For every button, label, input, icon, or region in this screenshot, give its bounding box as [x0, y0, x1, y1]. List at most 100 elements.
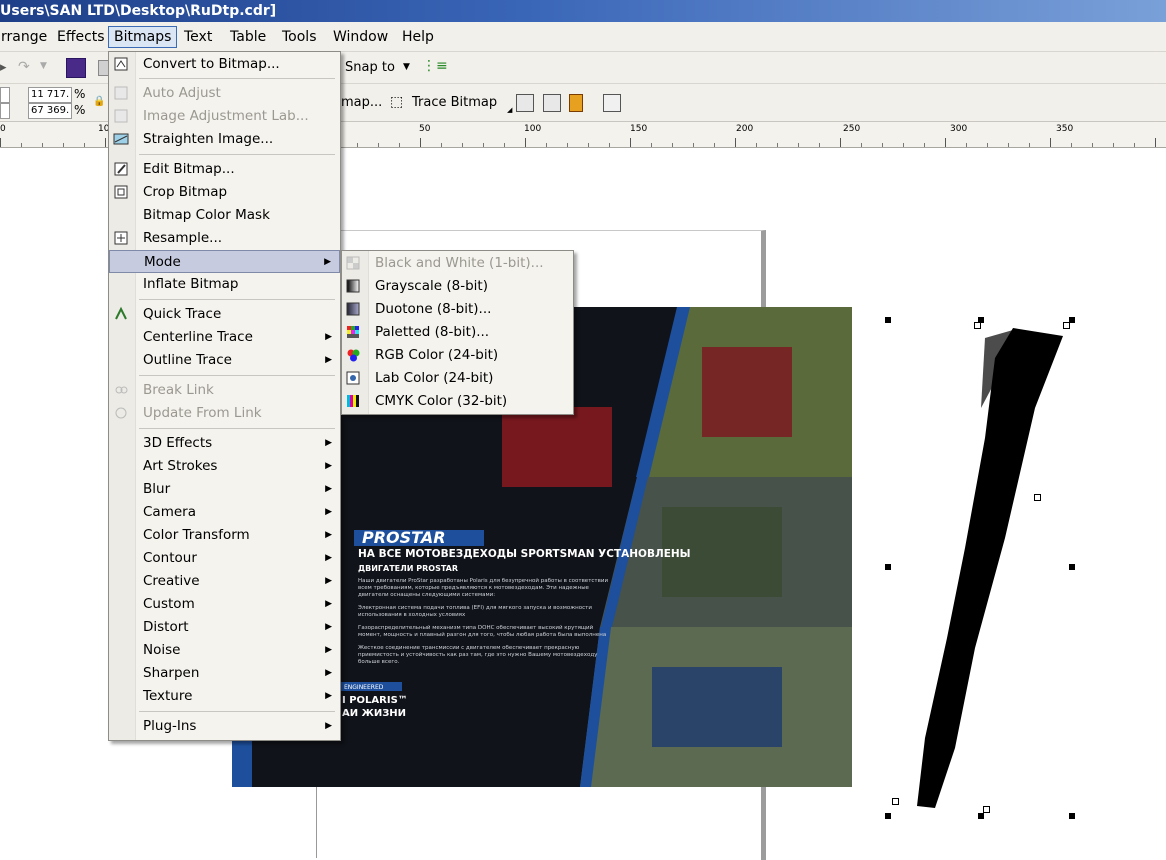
ruler-tick-mark — [588, 143, 589, 147]
menu-table[interactable]: Table — [227, 28, 269, 46]
selection-handle-mr[interactable] — [1069, 564, 1075, 570]
trace-dropdown-icon[interactable]: ◢ — [507, 106, 512, 114]
selection-handle-tl[interactable] — [885, 317, 891, 323]
menu-item-blur[interactable]: Blur ▶ — [109, 478, 340, 501]
ruler-tick-mark — [861, 143, 862, 147]
scale-x-input[interactable]: 11 717. — [28, 87, 72, 103]
menu-item-straighten-image[interactable]: Straighten Image... — [109, 128, 340, 151]
trace-bitmap-button[interactable]: Trace Bitmap — [412, 95, 497, 110]
ruler-tick-0: 0 — [0, 124, 6, 134]
bitmap-button-label[interactable]: map... — [341, 95, 382, 110]
selection-handle-br[interactable] — [1069, 813, 1075, 819]
ruler-tick-mark — [945, 138, 946, 147]
mode-item-cmyk[interactable]: CMYK Color (32-bit) — [342, 390, 573, 413]
menu-item-update-from-link[interactable]: Update From Link — [109, 402, 340, 425]
menu-effects[interactable]: Effects — [54, 28, 108, 46]
lock-ratio-icon[interactable]: 🔒 — [93, 96, 105, 107]
menu-tools[interactable]: Tools — [279, 28, 320, 46]
selection-handle-bl[interactable] — [885, 813, 891, 819]
resample-icon — [113, 230, 129, 246]
node-handle-2[interactable] — [1063, 322, 1070, 329]
node-handle-4[interactable] — [892, 798, 899, 805]
snap-to-dropdown-icon[interactable]: ▼ — [403, 62, 410, 72]
submenu-arrow-icon: ▶ — [325, 599, 332, 609]
ruler-tick-50: 50 — [419, 124, 431, 134]
menu-item-plug-ins[interactable]: Plug-Ins ▶ — [109, 715, 340, 738]
resample-tb-icon[interactable] — [603, 94, 621, 112]
menu-text[interactable]: Text — [181, 28, 215, 46]
break-link-icon — [113, 382, 129, 398]
menu-item-image-adjustment-lab[interactable]: Image Adjustment Lab... — [109, 105, 340, 128]
straighten-icon — [113, 131, 129, 147]
menu-item-distort[interactable]: Distort ▶ — [109, 616, 340, 639]
color-mask-tb-icon[interactable] — [569, 94, 583, 112]
menu-item-mode[interactable]: Mode ▶ — [109, 250, 340, 273]
snap-to-label[interactable]: Snap to — [345, 60, 395, 75]
ruler-tick-mark — [63, 143, 64, 147]
menu-item-centerline-trace[interactable]: Centerline Trace ▶ — [109, 326, 340, 349]
menu-item-texture[interactable]: Texture ▶ — [109, 685, 340, 708]
mode-item-duotone[interactable]: Duotone (8-bit)... — [342, 298, 573, 321]
brochure-para1: Наши двигатели ProStar разработаны Polar… — [358, 578, 609, 598]
ruler-tick-mark — [714, 143, 715, 147]
ruler-tick-250: 250 — [843, 124, 861, 134]
menu-item-color-transform[interactable]: Color Transform ▶ — [109, 524, 340, 547]
menu-separator — [139, 154, 335, 155]
menu-item-noise[interactable]: Noise ▶ — [109, 639, 340, 662]
menu-item-resample[interactable]: Resample... — [109, 227, 340, 250]
brochure-subhead: ДВИГАТЕЛИ PROSTAR — [358, 564, 459, 573]
menu-item-camera[interactable]: Camera ▶ — [109, 501, 340, 524]
y-field-box[interactable] — [0, 103, 10, 119]
redo-dropdown-icon[interactable]: ▼ — [40, 61, 47, 71]
ruler-tick-mark — [105, 138, 106, 147]
menu-item-convert-to-bitmap[interactable]: Convert to Bitmap... — [109, 53, 340, 76]
menu-item-contour[interactable]: Contour ▶ — [109, 547, 340, 570]
node-handle-1[interactable] — [974, 322, 981, 329]
menu-item-outline-trace[interactable]: Outline Trace ▶ — [109, 349, 340, 372]
ruler-tick-350: 350 — [1056, 124, 1074, 134]
menu-item-edit-bitmap[interactable]: Edit Bitmap... — [109, 158, 340, 181]
ruler-tick-mark — [357, 143, 358, 147]
menu-item-crop-bitmap[interactable]: Crop Bitmap — [109, 181, 340, 204]
edit-bitmap-tb-icon[interactable] — [516, 94, 534, 112]
node-handle-3[interactable] — [1034, 494, 1041, 501]
import-icon[interactable] — [66, 58, 86, 78]
mode-item-lab[interactable]: Lab Color (24-bit) — [342, 367, 573, 390]
redo-icon[interactable]: ↷ — [18, 59, 30, 75]
node-handle-5[interactable] — [983, 806, 990, 813]
crop-bitmap-tb-icon[interactable] — [543, 94, 561, 112]
x-field-box[interactable] — [0, 87, 10, 103]
menu-item-creative[interactable]: Creative ▶ — [109, 570, 340, 593]
selection-handle-ml[interactable] — [885, 564, 891, 570]
auto-adjust-icon — [113, 85, 129, 101]
menu-item-art-strokes[interactable]: Art Strokes ▶ — [109, 455, 340, 478]
menu-item-inflate-bitmap[interactable]: Inflate Bitmap — [109, 273, 340, 296]
menu-arrange[interactable]: rrange — [0, 28, 50, 46]
selection-handle-bm[interactable] — [978, 813, 984, 819]
menu-item-bitmap-color-mask[interactable]: Bitmap Color Mask — [109, 204, 340, 227]
undo-arrow-icon[interactable]: ▸ — [0, 60, 7, 75]
ruler-tick-mark — [525, 138, 526, 147]
traced-shape[interactable] — [885, 318, 1080, 818]
menu-item-3d-effects[interactable]: 3D Effects ▶ — [109, 432, 340, 455]
ruler-tick-mark — [1071, 143, 1072, 147]
brochure-engineered: ENGINEERED — [344, 684, 384, 691]
menu-bitmaps[interactable]: Bitmaps — [108, 26, 178, 48]
menu-window[interactable]: Window — [330, 28, 391, 46]
scale-y-input[interactable]: 67 369. — [28, 103, 72, 119]
trace-bitmap-icon[interactable]: ⬚ — [390, 94, 403, 110]
submenu-arrow-icon: ▶ — [325, 355, 332, 365]
mode-item-black-and-white[interactable]: Black and White (1-bit)... — [342, 252, 573, 275]
menu-item-sharpen[interactable]: Sharpen ▶ — [109, 662, 340, 685]
snap-options-icon[interactable]: ⋮≡ — [422, 58, 448, 74]
menu-item-quick-trace[interactable]: Quick Trace — [109, 303, 340, 326]
ruler-tick-mark — [1134, 143, 1135, 147]
menu-item-break-link[interactable]: Break Link — [109, 379, 340, 402]
mode-item-rgb[interactable]: RGB Color (24-bit) — [342, 344, 573, 367]
menu-item-auto-adjust[interactable]: Auto Adjust — [109, 82, 340, 105]
menu-item-custom[interactable]: Custom ▶ — [109, 593, 340, 616]
ruler-tick-mark — [462, 143, 463, 147]
menu-help[interactable]: Help — [399, 28, 437, 46]
mode-item-paletted[interactable]: Paletted (8-bit)... — [342, 321, 573, 344]
mode-item-grayscale[interactable]: Grayscale (8-bit) — [342, 275, 573, 298]
